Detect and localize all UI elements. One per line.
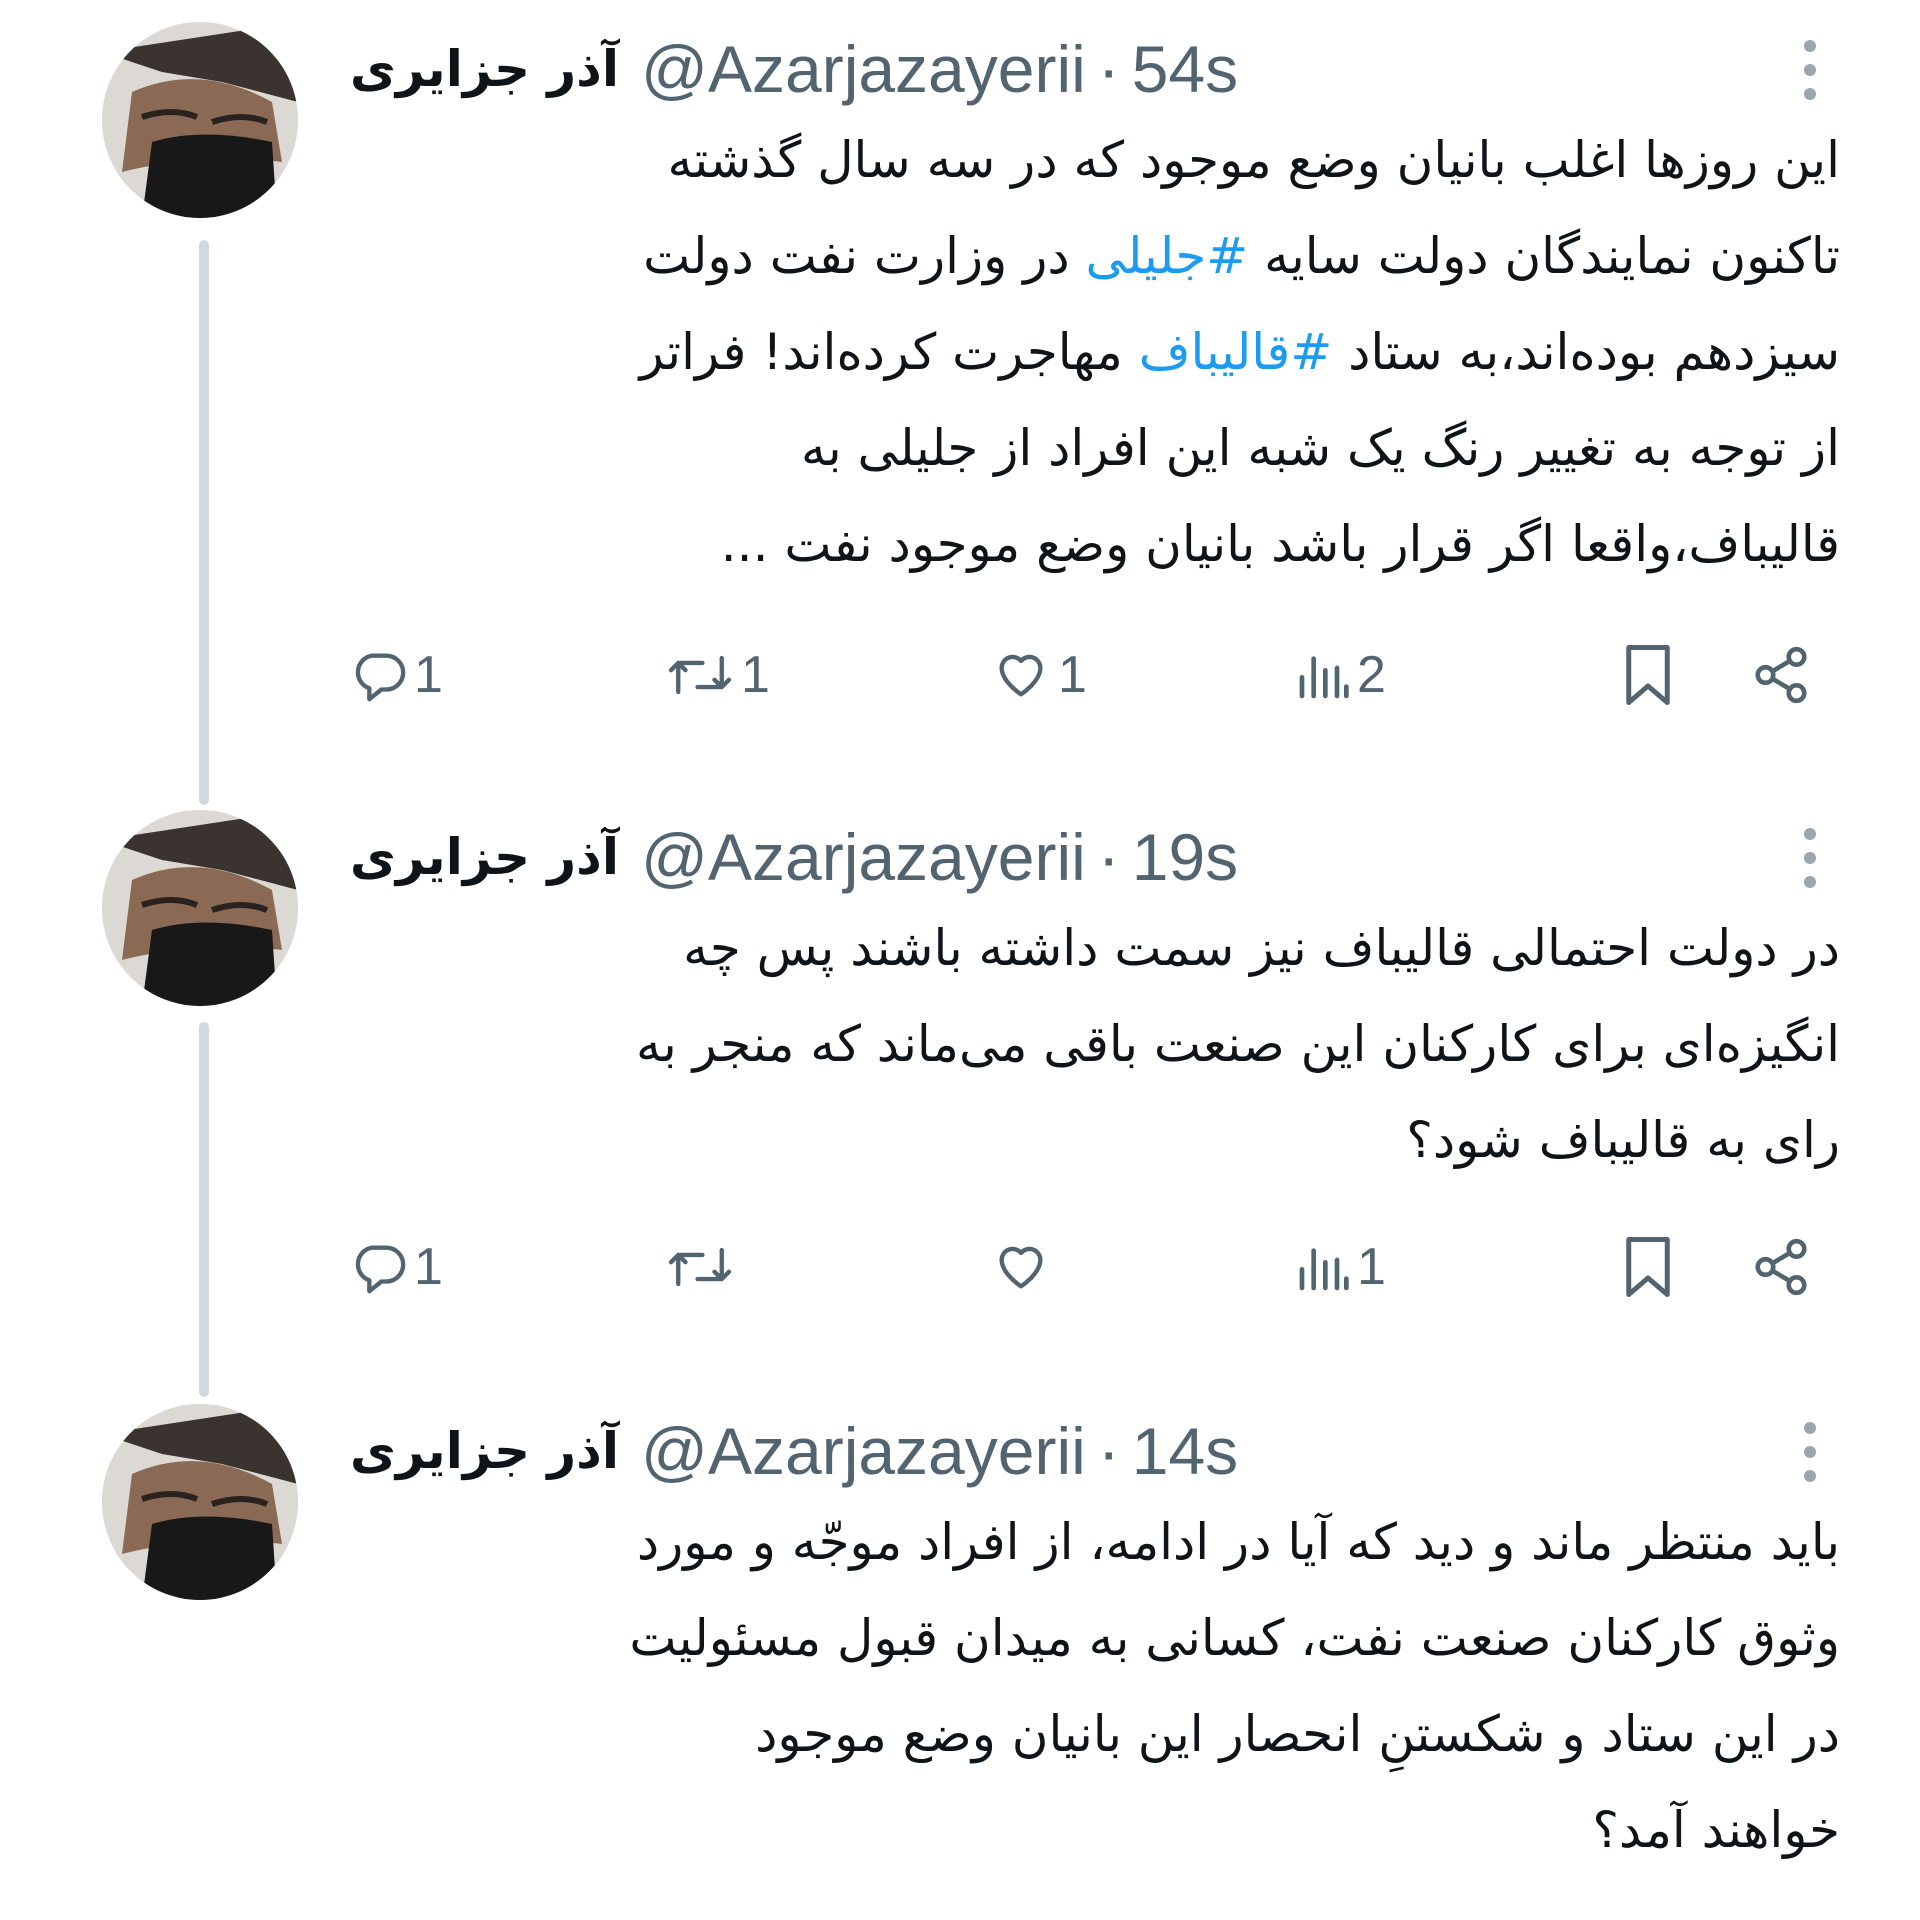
bookmark-button[interactable] [1620,630,1676,720]
tweet-text-line: وثوق کارکنان صنعت نفت، کسانی به میدان قب… [629,1609,1840,1667]
tweet-header: آذر جزایری @Azarjazayerii · 19s [350,810,1840,910]
reply-button[interactable]: 1 [350,1222,443,1312]
bookmark-icon [1626,1237,1670,1297]
user-handle[interactable]: @Azarjazayerii [641,1413,1086,1489]
user-handle[interactable]: @Azarjazayerii [641,819,1086,895]
views-count: 2 [1357,646,1386,704]
more-options-button[interactable] [1780,1412,1840,1492]
thread-page: آذر جزایری @Azarjazayerii · 54s این روزه… [20,0,1900,1920]
reply-count: 1 [414,646,443,704]
tweet-text-line: در دولت احتمالی قالیباف نیز سمت داشته با… [683,919,1840,977]
tweet-text-line: سیزدهم بوده‌اند،به ستاد #قالیباف مهاجرت … [639,323,1840,381]
tweet-text-line: تاکنون نمایندگان دولت سایه #جلیلی در وزا… [643,227,1840,285]
tweet-meta: آذر جزایری @Azarjazayerii · 54s [350,24,1238,114]
more-vertical-icon [1804,828,1816,888]
separator-dot: · [1097,32,1120,106]
like-button[interactable]: 1 [990,630,1087,720]
views-button[interactable]: 1 [1295,1222,1386,1312]
views-icon [1299,1248,1349,1291]
more-options-button[interactable] [1780,30,1840,110]
retweet-icon [668,1247,732,1287]
heart-icon [999,1246,1043,1289]
tweet-text-line: از توجه به تغییر رنگ یک شبه این افراد از… [800,419,1840,477]
reply-count: 1 [414,1238,443,1296]
tweet-text: در دولت احتمالی قالیباف نیز سمت داشته با… [636,900,1840,1188]
retweet-button[interactable]: 1 [665,630,770,720]
more-vertical-icon [1804,1422,1816,1482]
avatar-image [102,22,298,218]
avatar[interactable] [102,810,298,1006]
views-count: 1 [1357,1238,1386,1296]
separator-dot: · [1097,1414,1120,1488]
avatar-image [102,1404,298,1600]
like-count: 1 [1058,646,1087,704]
tweet-header: آذر جزایری @Azarjazayerii · 54s [350,22,1840,122]
timestamp[interactable]: 54s [1132,31,1238,107]
share-button[interactable] [1750,630,1812,720]
tweet-text-line: رای به قالیباف شود؟ [1406,1111,1840,1169]
timestamp[interactable]: 14s [1132,1413,1238,1489]
avatar[interactable] [102,1404,298,1600]
display-name[interactable]: آذر جزایری [350,1422,619,1480]
display-name[interactable]: آذر جزایری [350,40,619,98]
more-options-button[interactable] [1780,818,1840,898]
thread-connector-line [199,240,209,805]
retweet-count: 1 [741,646,770,704]
tweet-actions: 1 1 1 2 [350,630,1840,720]
retweet-icon [668,655,732,695]
reply-icon [355,653,406,702]
like-button[interactable] [990,1222,1058,1312]
bookmark-button[interactable] [1620,1222,1676,1312]
display-name[interactable]: آذر جزایری [350,828,619,886]
avatar[interactable] [102,22,298,218]
thread-connector-line [199,1022,209,1397]
tweet-text: این روزها اغلب بانیان وضع موجود که در سه… [640,112,1840,592]
more-vertical-icon [1804,40,1816,100]
views-icon [1299,656,1349,699]
tweet-header: آذر جزایری @Azarjazayerii · 14s [350,1404,1840,1504]
tweet-text-line: در این ستاد و شکستنِ انحصار این بانیان و… [755,1705,1840,1763]
share-button[interactable] [1750,1222,1812,1312]
tweet-meta: آذر جزایری @Azarjazayerii · 14s [350,1406,1238,1496]
reply-icon [355,1245,406,1294]
tweet-meta: آذر جزایری @Azarjazayerii · 19s [350,812,1238,902]
timestamp[interactable]: 19s [1132,819,1238,895]
user-handle[interactable]: @Azarjazayerii [641,31,1086,107]
views-button[interactable]: 2 [1295,630,1386,720]
separator-dot: · [1097,820,1120,894]
share-icon [1755,1238,1807,1296]
tweet-text-line: انگیزه‌ای برای کارکنان این صنعت باقی می‌… [636,1015,1840,1073]
tweet-text-line: باید منتظر ماند و دید که آیا در ادامه، ا… [636,1513,1840,1571]
tweet-actions: 1 1 [350,1222,1840,1312]
avatar-image [102,810,298,1006]
heart-icon [999,654,1043,697]
bookmark-icon [1626,645,1670,705]
tweet-text-line: این روزها اغلب بانیان وضع موجود که در سه… [667,131,1841,189]
hashtag-link[interactable]: #جلیلی [1086,227,1249,285]
reply-button[interactable]: 1 [350,630,443,720]
retweet-button[interactable] [665,1222,741,1312]
tweet-text-line: خواهند آمد؟ [1592,1801,1840,1859]
tweet-text-line: قالیباف،واقعا اگر قرار باشد بانیان وضع م… [720,515,1840,573]
share-icon [1755,646,1807,704]
tweet-text: باید منتظر ماند و دید که آیا در ادامه، ا… [629,1494,1840,1878]
hashtag-link[interactable]: #قالیباف [1139,323,1333,381]
